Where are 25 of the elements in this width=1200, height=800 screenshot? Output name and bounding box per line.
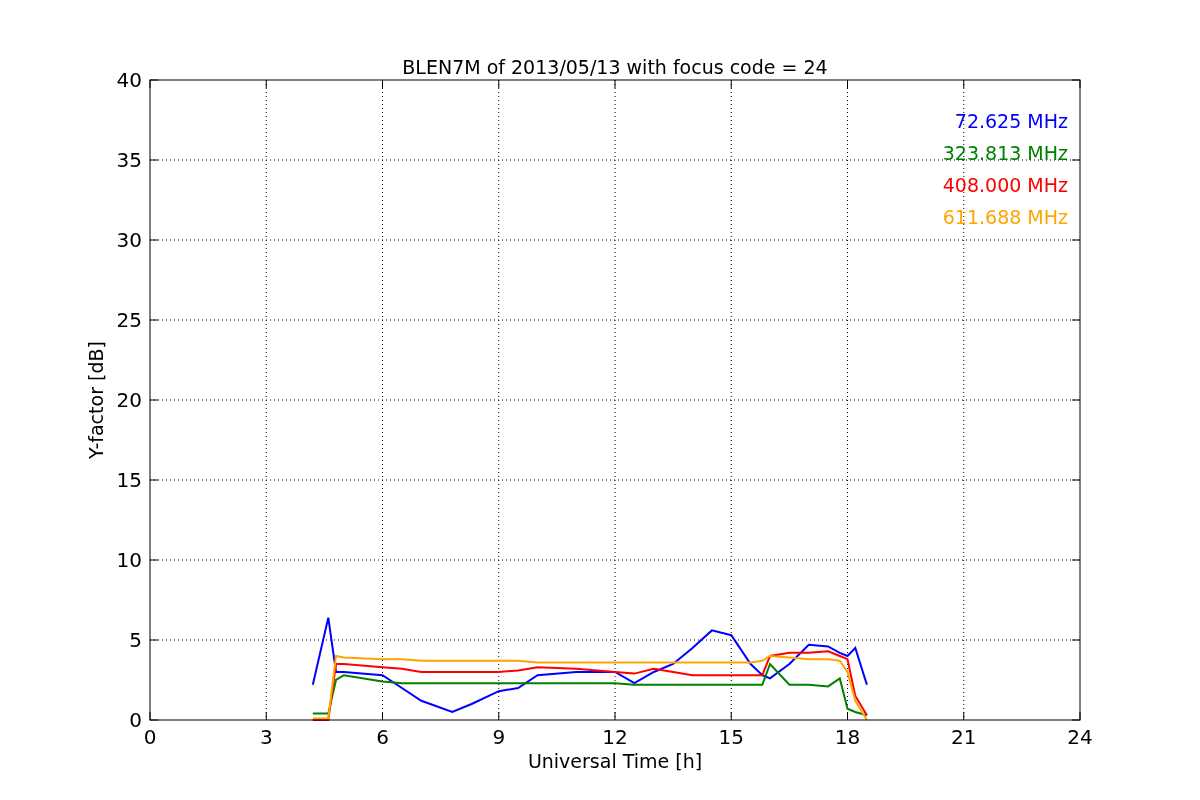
chart-title: BLEN7M of 2013/05/13 with focus code = 24 (402, 56, 828, 78)
legend-label: 408.000 MHz (942, 174, 1068, 196)
legend-label: 323.813 MHz (942, 142, 1068, 164)
x-tick-label: 24 (1067, 725, 1093, 749)
legend-label: 72.625 MHz (954, 110, 1068, 132)
y-tick-label: 15 (116, 468, 142, 492)
legend-label: 611.688 MHz (942, 206, 1068, 228)
x-tick-label: 18 (834, 725, 861, 749)
y-tick-label: 35 (116, 148, 142, 172)
y-tick-label: 30 (116, 228, 142, 252)
x-tick-label: 6 (376, 725, 389, 749)
x-tick-label: 21 (951, 725, 977, 749)
x-tick-label: 9 (492, 725, 506, 749)
x-tick-label: 15 (718, 725, 744, 749)
x-tick-label: 0 (143, 725, 157, 749)
y-tick-label: 40 (116, 68, 142, 92)
y-tick-label: 25 (116, 308, 142, 332)
y-axis-label: Y-factor [dB] (85, 341, 107, 459)
x-tick-label: 3 (259, 725, 273, 749)
y-tick-label: 20 (116, 388, 142, 412)
y-tick-label: 10 (116, 548, 142, 572)
x-tick-label: 12 (602, 725, 628, 749)
y-tick-label: 5 (129, 628, 142, 652)
x-axis-label: Universal Time [h] (527, 750, 703, 772)
y-tick-label: 0 (129, 708, 142, 732)
